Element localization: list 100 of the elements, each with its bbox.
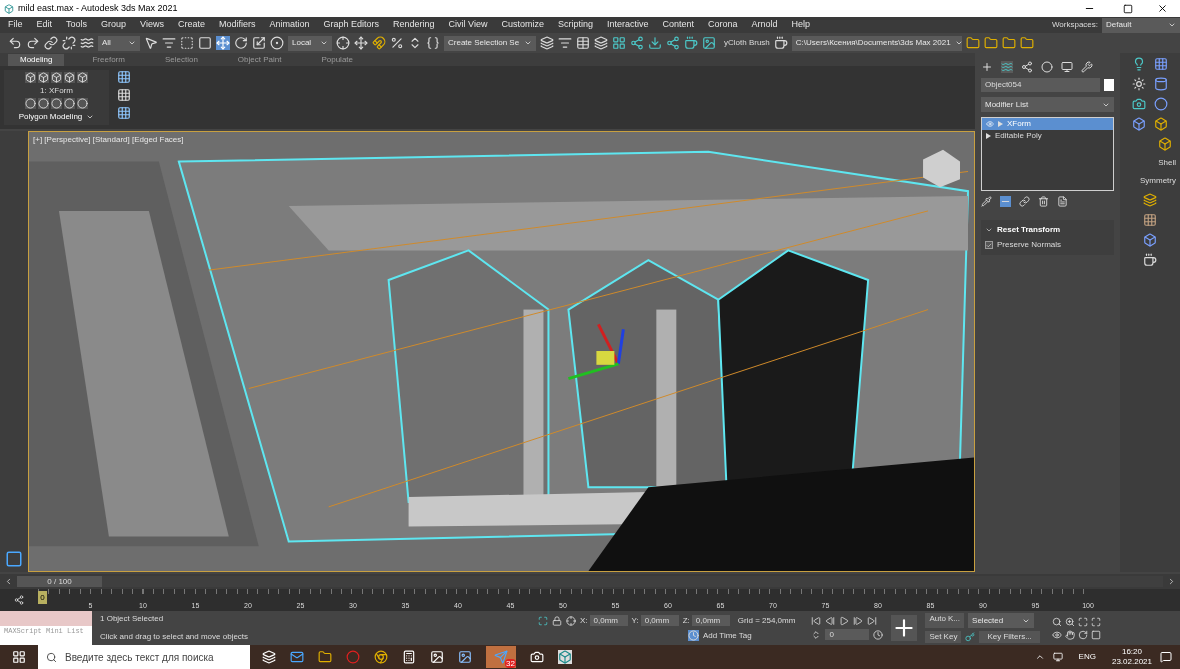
- configure-sets-icon[interactable]: [1057, 196, 1068, 207]
- previous-frame-icon[interactable]: [4, 577, 13, 586]
- menu-item[interactable]: Rendering: [393, 18, 435, 32]
- pan-icon[interactable]: [1064, 629, 1075, 640]
- workspaces-dropdown[interactable]: Default: [1102, 17, 1180, 33]
- ribbon-tool-icon[interactable]: [117, 106, 131, 120]
- element-mode-icon[interactable]: [51, 72, 62, 83]
- set-key-large-icon[interactable]: [891, 615, 918, 641]
- task-view-icon[interactable]: [262, 650, 276, 664]
- node-icon[interactable]: [666, 36, 680, 50]
- panel-title[interactable]: Polygon Modeling: [18, 110, 83, 123]
- checkbox[interactable]: [985, 241, 993, 249]
- menu-item[interactable]: File: [8, 18, 23, 32]
- zoom-icon[interactable]: [1051, 616, 1062, 627]
- expand-triangle-icon[interactable]: [986, 133, 991, 139]
- teapot-icon[interactable]: [773, 36, 788, 50]
- menu-item[interactable]: Group: [101, 18, 127, 32]
- coordinate-field[interactable]: 0,0mm: [589, 615, 628, 626]
- notifications-icon[interactable]: [1160, 651, 1172, 663]
- project-path-dropdown[interactable]: C:\Users\Ксения\Documents\3ds Max 2021: [791, 35, 962, 51]
- folder-icon[interactable]: [318, 650, 332, 664]
- object-name-field[interactable]: Object054: [981, 78, 1100, 92]
- time-slider-thumb[interactable]: 0 / 100: [17, 576, 102, 587]
- layer-explorer-icon[interactable]: [594, 36, 608, 50]
- menu-item[interactable]: Civil View: [448, 18, 488, 32]
- isolate-icon[interactable]: [538, 615, 548, 626]
- next-frame-icon[interactable]: [1167, 577, 1176, 586]
- object-color-swatch[interactable]: [1104, 79, 1114, 91]
- calculator-icon[interactable]: [402, 650, 416, 664]
- coordinate-field[interactable]: 0,0mm: [691, 615, 730, 626]
- mail-icon[interactable]: [290, 650, 304, 664]
- hierarchy-tab-icon[interactable]: [1021, 61, 1033, 73]
- selection-filter-dropdown[interactable]: All: [98, 35, 140, 51]
- link-icon[interactable]: [44, 36, 58, 50]
- mode-icon[interactable]: [51, 98, 62, 110]
- start-icon[interactable]: [12, 650, 26, 664]
- move-icon[interactable]: [216, 36, 230, 50]
- ribbon-tab[interactable]: Object Paint: [225, 54, 294, 66]
- teapot-icon[interactable]: [684, 36, 698, 50]
- menu-item[interactable]: Corona: [708, 18, 738, 32]
- ribbon-tab[interactable]: Populate: [309, 54, 365, 66]
- menu-item[interactable]: Create: [177, 18, 205, 32]
- go-to-start-icon[interactable]: [811, 616, 822, 626]
- menu-item[interactable]: Animation: [269, 18, 310, 32]
- menu-item[interactable]: Interactive: [606, 18, 649, 32]
- taskbar-search-field[interactable]: Введите здесь текст для поиска: [38, 645, 250, 669]
- teapot-icon[interactable]: [1143, 253, 1157, 267]
- transform-mode-icon[interactable]: [566, 615, 576, 626]
- key-filters-button[interactable]: Key Filters...: [979, 631, 1040, 643]
- placement-icon[interactable]: [270, 36, 284, 50]
- menu-item[interactable]: Tools: [66, 18, 88, 32]
- menu-item[interactable]: Help: [791, 18, 811, 32]
- key-mode-dropdown[interactable]: Selected: [968, 613, 1035, 628]
- sphere-icon[interactable]: [1154, 97, 1168, 111]
- named-selection-dropdown[interactable]: Create Selection Se: [444, 35, 536, 51]
- key-icon[interactable]: [965, 632, 976, 642]
- cloth-brush-label[interactable]: yCloth Brush: [724, 37, 770, 49]
- unlink-icon[interactable]: [62, 36, 76, 50]
- folder-icon[interactable]: [965, 36, 980, 50]
- create-tab-icon[interactable]: [981, 61, 993, 73]
- sun-icon[interactable]: [1132, 77, 1146, 91]
- redo-icon[interactable]: [26, 36, 40, 50]
- render-frame-icon[interactable]: [702, 36, 716, 50]
- app-logo-icon[interactable]: [558, 650, 572, 664]
- list-icon[interactable]: [162, 36, 176, 50]
- utilities-tab-icon[interactable]: [1081, 61, 1093, 73]
- menu-item[interactable]: Scripting: [557, 18, 593, 32]
- ribbon-toggle-icon[interactable]: [612, 36, 626, 50]
- camera-icon[interactable]: [1132, 97, 1146, 111]
- select-icon[interactable]: [144, 36, 158, 50]
- current-frame-field[interactable]: 0: [825, 629, 870, 640]
- snap-icon[interactable]: [372, 36, 386, 50]
- time-slider-track[interactable]: 0 / 100: [17, 576, 1163, 587]
- folder-icon[interactable]: [1001, 36, 1016, 50]
- modifier-button[interactable]: Shell: [1158, 157, 1176, 169]
- ribbon-tool-icon[interactable]: [117, 70, 131, 84]
- menu-item[interactable]: Modifiers: [218, 18, 256, 32]
- zoom-extents-icon[interactable]: [1077, 616, 1088, 627]
- next-frame-icon[interactable]: [853, 616, 864, 626]
- rotate-icon[interactable]: [234, 36, 248, 50]
- layers-icon[interactable]: [1143, 193, 1157, 207]
- maximize-viewport-icon[interactable]: [1090, 629, 1101, 640]
- element-mode-icon[interactable]: [25, 72, 36, 83]
- display-tab-icon[interactable]: [1061, 61, 1073, 73]
- reference-coordinate-dropdown[interactable]: Local: [288, 35, 332, 51]
- folder-icon[interactable]: [1019, 36, 1034, 50]
- pivot-icon[interactable]: [336, 36, 350, 50]
- scene-explorer-icon[interactable]: [576, 36, 590, 50]
- modifier-button[interactable]: Symmetry: [1140, 175, 1176, 187]
- modifier-list-dropdown[interactable]: Modifier List: [981, 97, 1114, 112]
- menu-item[interactable]: Views: [140, 18, 164, 32]
- edit-named-selection-icon[interactable]: [426, 36, 440, 50]
- time-marker[interactable]: 0: [38, 591, 47, 604]
- cylinder-icon[interactable]: [1154, 77, 1168, 91]
- region-select-icon[interactable]: [180, 36, 194, 50]
- mode-icon[interactable]: [77, 98, 88, 110]
- light-icon[interactable]: [1132, 57, 1146, 71]
- grid-icon[interactable]: [1154, 57, 1168, 71]
- play-icon[interactable]: [839, 616, 850, 626]
- mode-icon[interactable]: [64, 98, 75, 110]
